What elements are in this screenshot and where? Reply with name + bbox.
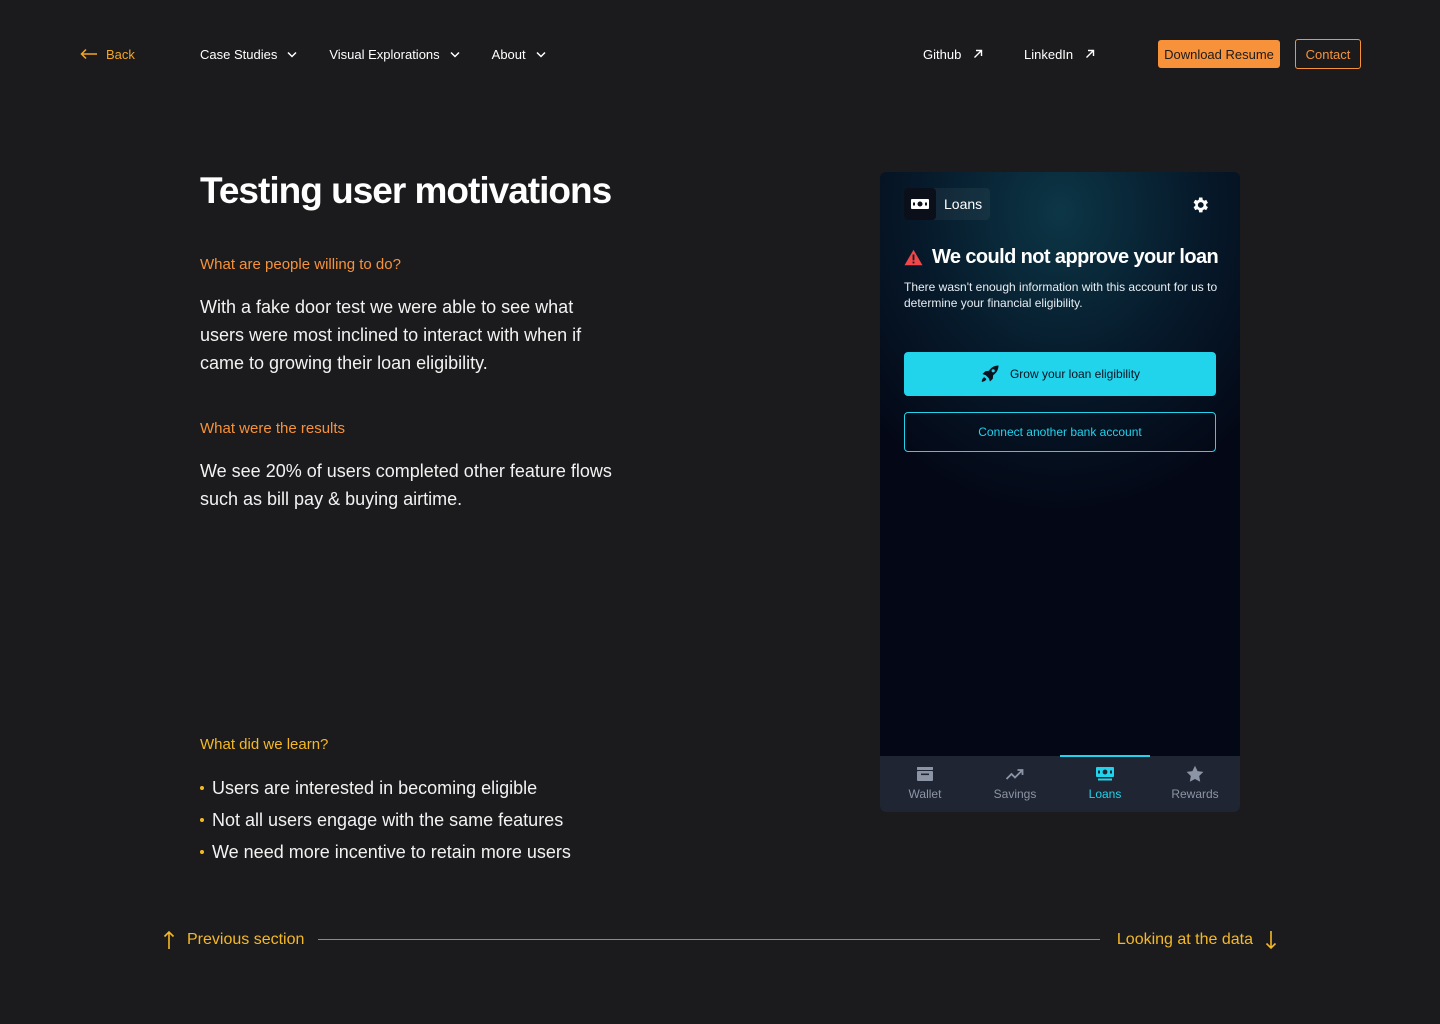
top-nav: Back Case Studies Visual Explorations Ab… — [0, 0, 1440, 108]
wallet-icon — [917, 767, 933, 781]
learnings-list: Users are interested in becoming eligibl… — [200, 772, 571, 868]
list-item: Users are interested in becoming eligibl… — [200, 772, 571, 804]
nav-item-label: Visual Explorations — [329, 46, 440, 62]
connect-bank-button[interactable]: Connect another bank account — [904, 412, 1216, 452]
loans-header-label: Loans — [944, 196, 983, 212]
next-section-label: Looking at the data — [1116, 931, 1253, 948]
alert-description: There wasn't enough information with thi… — [904, 280, 1218, 310]
loans-chip: Loans — [904, 188, 991, 220]
banknote-icon — [904, 188, 936, 220]
nav-item-visual-explorations[interactable]: Visual Explorations — [329, 44, 460, 64]
external-arrow-icon — [974, 49, 983, 58]
nav-item-case-studies[interactable]: Case Studies — [200, 44, 297, 64]
phone-header: Loans — [904, 188, 991, 220]
download-resume-button[interactable]: Download Resume — [1158, 40, 1280, 68]
arrow-down-icon — [1265, 931, 1277, 950]
gear-icon[interactable] — [1190, 195, 1210, 215]
question-willing: What are people willing to do? — [200, 256, 401, 273]
contact-button[interactable]: Contact — [1295, 39, 1361, 69]
list-item: We need more incentive to retain more us… — [200, 836, 571, 868]
rocket-icon — [981, 365, 999, 382]
arrow-up-icon — [163, 930, 175, 949]
next-section-link[interactable]: Looking at the data — [1117, 929, 1277, 951]
arrow-left-icon — [80, 48, 97, 60]
question-learnings: What did we learn? — [200, 736, 329, 753]
footer-divider — [318, 939, 1100, 940]
trend-up-icon — [1005, 769, 1024, 780]
loan-denied-title: We could not approve your loan — [904, 246, 1219, 269]
nav-item-label: About — [491, 46, 526, 62]
tab-label: Rewards — [1171, 787, 1219, 801]
phone-mockup: Loans We could not approve your loan The… — [880, 172, 1240, 812]
list-item: Not all users engage with the same featu… — [200, 804, 571, 836]
linkedin-link[interactable]: LinkedIn — [1024, 44, 1095, 64]
external-arrow-icon — [1086, 49, 1095, 58]
chevron-down-icon — [536, 51, 546, 58]
tab-label: Loans — [1088, 787, 1122, 801]
linkedin-label: LinkedIn — [1024, 46, 1074, 62]
nav-item-about[interactable]: About — [492, 44, 546, 64]
previous-section-label: Previous section — [187, 931, 305, 948]
chevron-down-icon — [287, 51, 297, 58]
tab-savings[interactable]: Savings — [970, 756, 1060, 812]
grow-eligibility-button[interactable]: Grow your loan eligibility — [904, 352, 1216, 396]
tab-label: Wallet — [908, 787, 942, 801]
nav-item-label: Case Studies — [200, 46, 278, 62]
chevron-down-icon — [450, 51, 460, 58]
question-results: What were the results — [200, 420, 346, 437]
back-label: Back — [106, 46, 135, 62]
tab-wallet[interactable]: Wallet — [880, 756, 970, 812]
tab-label: Savings — [993, 787, 1037, 801]
section-title: Testing user motivations — [200, 170, 612, 211]
warning-icon — [904, 249, 923, 266]
bottom-tab-bar: Wallet Savings Loans Rewards — [880, 755, 1240, 812]
grow-button-label: Grow your loan eligibility — [1009, 367, 1141, 381]
banknote-icon — [1096, 767, 1114, 781]
github-link[interactable]: Github — [923, 44, 983, 64]
paragraph-results: We see 20% of users completed other feat… — [200, 461, 612, 509]
star-icon — [1186, 765, 1204, 782]
tab-rewards[interactable]: Rewards — [1150, 756, 1240, 812]
tab-loans[interactable]: Loans — [1060, 755, 1150, 812]
nav-menu: Case Studies Visual Explorations About — [200, 44, 578, 64]
back-link[interactable]: Back — [80, 44, 135, 64]
alert-title-text: We could not approve your loan — [932, 246, 1219, 268]
page: Back Case Studies Visual Explorations Ab… — [0, 0, 1440, 1024]
paragraph-fake-door: With a fake door test we were able to se… — [200, 297, 582, 373]
github-label: Github — [923, 46, 962, 62]
previous-section-link[interactable]: Previous section — [163, 929, 304, 951]
